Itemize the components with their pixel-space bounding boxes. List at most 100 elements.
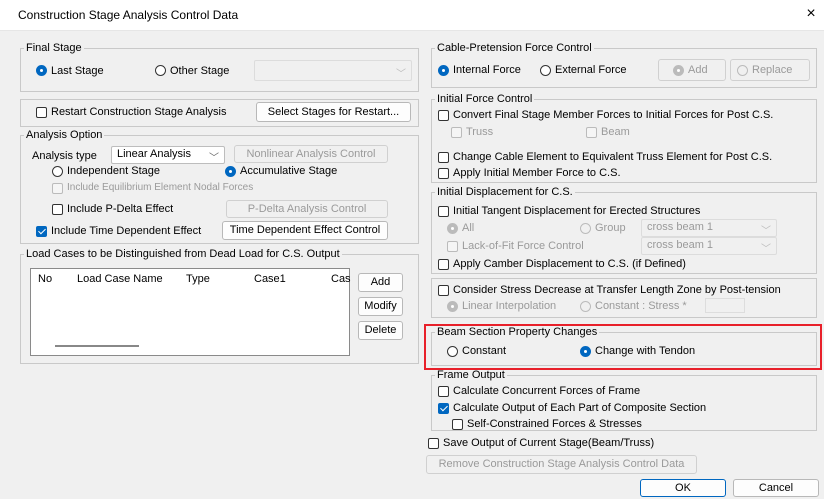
time-dependent-effect-control-button[interactable]: Time Dependent Effect Control (222, 221, 388, 240)
lack-of-fit-checkbox[interactable] (447, 241, 458, 252)
composite-section-checkbox[interactable] (438, 403, 449, 414)
group-select[interactable]: cross beam 1 ﹀ (641, 219, 777, 237)
accumulative-stage-radio[interactable] (225, 166, 236, 177)
delete-button[interactable]: Delete (358, 321, 403, 340)
initial-force-legend: Initial Force Control (437, 93, 533, 105)
column-header-no: No (38, 273, 53, 285)
lack-of-fit-select[interactable]: cross beam 1 ﹀ (641, 237, 777, 255)
remove-control-data-button[interactable]: Remove Construction Stage Analysis Contr… (426, 455, 697, 474)
replace-label: Replace (752, 64, 793, 76)
group-select-value: cross beam 1 (647, 221, 714, 233)
column-header-load-case-name: Load Case Name (77, 273, 163, 285)
consider-stress-decrease-label: Consider Stress Decrease at Transfer Len… (453, 284, 781, 296)
chevron-down-icon: ﹀ (209, 153, 219, 164)
include-time-dependent-label: Include Time Dependent Effect (51, 225, 202, 237)
internal-force-label: Internal Force (453, 64, 521, 76)
beam-checkbox[interactable] (586, 127, 597, 138)
constant-stress-radio[interactable] (580, 301, 591, 312)
include-equilibrium-checkbox[interactable] (52, 183, 63, 194)
change-cable-element-label: Change Cable Element to Equivalent Truss… (453, 151, 773, 163)
initial-displacement-legend: Initial Displacement for C.S. (437, 186, 573, 198)
close-icon[interactable]: × (803, 5, 819, 23)
composite-section-label: Calculate Output of Each Part of Composi… (453, 402, 707, 414)
include-pdelta-checkbox[interactable] (52, 204, 63, 215)
analysis-type-value: Linear Analysis (117, 148, 191, 160)
initial-tangent-checkbox[interactable] (438, 206, 449, 217)
constant-stress-label: Constant : Stress * (595, 300, 687, 312)
include-equilibrium-label: Include Equilibrium Element Nodal Forces (67, 182, 254, 193)
beam-label: Beam (601, 126, 630, 138)
internal-force-radio[interactable] (438, 65, 449, 76)
self-constrained-checkbox[interactable] (452, 419, 463, 430)
last-stage-radio[interactable] (36, 65, 47, 76)
analysis-type-select[interactable]: Linear Analysis ﹀ (111, 146, 225, 164)
external-force-radio[interactable] (540, 65, 551, 76)
concurrent-forces-checkbox[interactable] (438, 386, 449, 397)
all-label: All (462, 222, 475, 234)
add-label: Add (688, 64, 708, 76)
cable-replace-option[interactable]: Replace (730, 59, 810, 81)
analysis-option-legend: Analysis Option (26, 129, 103, 141)
chevron-down-icon: ﹀ (396, 69, 406, 80)
all-radio[interactable] (447, 223, 458, 234)
linear-interpolation-label: Linear Interpolation (462, 300, 557, 312)
truss-checkbox[interactable] (451, 127, 462, 138)
apply-camber-checkbox[interactable] (438, 259, 449, 270)
pdelta-analysis-control-button[interactable]: P-Delta Analysis Control (226, 200, 388, 218)
accumulative-stage-label: Accumulative Stage (240, 165, 338, 177)
column-header-case1: Case1 (254, 273, 286, 285)
apply-initial-member-force-label: Apply Initial Member Force to C.S. (453, 167, 621, 179)
other-stage-radio[interactable] (155, 65, 166, 76)
include-pdelta-label: Include P-Delta Effect (67, 203, 174, 215)
column-header-type: Type (186, 273, 210, 285)
consider-stress-decrease-checkbox[interactable] (438, 285, 449, 296)
highlight-box (424, 324, 822, 370)
add-button[interactable]: Add (358, 273, 403, 292)
other-stage-label: Other Stage (170, 65, 230, 77)
convert-final-stage-label: Convert Final Stage Member Forces to Ini… (453, 109, 774, 121)
cancel-button[interactable]: Cancel (733, 479, 819, 497)
lack-of-fit-select-value: cross beam 1 (647, 239, 714, 251)
independent-stage-label: Independent Stage (67, 165, 160, 177)
last-stage-label: Last Stage (51, 65, 104, 77)
independent-stage-radio[interactable] (52, 166, 63, 177)
lack-of-fit-label: Lack-of-Fit Force Control (462, 240, 584, 252)
restart-label: Restart Construction Stage Analysis (51, 106, 227, 118)
restart-checkbox[interactable] (36, 107, 47, 118)
group-radio[interactable] (580, 223, 591, 234)
window-title: Construction Stage Analysis Control Data (18, 8, 239, 22)
column-header-cas: Cas (331, 273, 351, 285)
analysis-type-label: Analysis type (32, 150, 97, 162)
apply-camber-label: Apply Camber Displacement to C.S. (if De… (453, 258, 686, 270)
frame-output-legend: Frame Output (437, 369, 505, 381)
cable-add-option[interactable]: Add (658, 59, 726, 81)
load-cases-legend: Load Cases to be Distinguished from Dead… (26, 248, 340, 260)
initial-tangent-label: Initial Tangent Displacement for Erected… (453, 205, 701, 217)
add-radio (673, 65, 684, 76)
nonlinear-analysis-control-button[interactable]: Nonlinear Analysis Control (234, 145, 388, 163)
change-cable-element-checkbox[interactable] (438, 152, 449, 163)
external-force-label: External Force (555, 64, 627, 76)
concurrent-forces-label: Calculate Concurrent Forces of Frame (453, 385, 641, 397)
final-stage-legend: Final Stage (26, 42, 82, 54)
save-output-label: Save Output of Current Stage(Beam/Truss) (443, 437, 655, 449)
select-stages-restart-button[interactable]: Select Stages for Restart... (256, 102, 411, 122)
constant-stress-input[interactable] (705, 298, 745, 313)
convert-final-stage-checkbox[interactable] (438, 110, 449, 121)
group-label: Group (595, 222, 626, 234)
save-output-checkbox[interactable] (428, 438, 439, 449)
load-cases-table[interactable]: No Load Case Name Type Case1 Cas (30, 268, 351, 356)
include-time-dependent-checkbox[interactable] (36, 226, 47, 237)
self-constrained-label: Self-Constrained Forces & Stresses (467, 418, 642, 430)
linear-interpolation-radio[interactable] (447, 301, 458, 312)
replace-radio (737, 65, 748, 76)
cable-pretension-legend: Cable-Pretension Force Control (437, 42, 592, 54)
apply-initial-member-force-checkbox[interactable] (438, 168, 449, 179)
chevron-down-icon: ﹀ (761, 226, 771, 237)
modify-button[interactable]: Modify (358, 297, 403, 316)
ok-button[interactable]: OK (640, 479, 726, 497)
chevron-down-icon: ﹀ (761, 244, 771, 255)
horizontal-scrollbar[interactable] (55, 345, 139, 347)
truss-label: Truss (466, 126, 494, 138)
other-stage-select[interactable]: ﹀ (254, 60, 412, 81)
